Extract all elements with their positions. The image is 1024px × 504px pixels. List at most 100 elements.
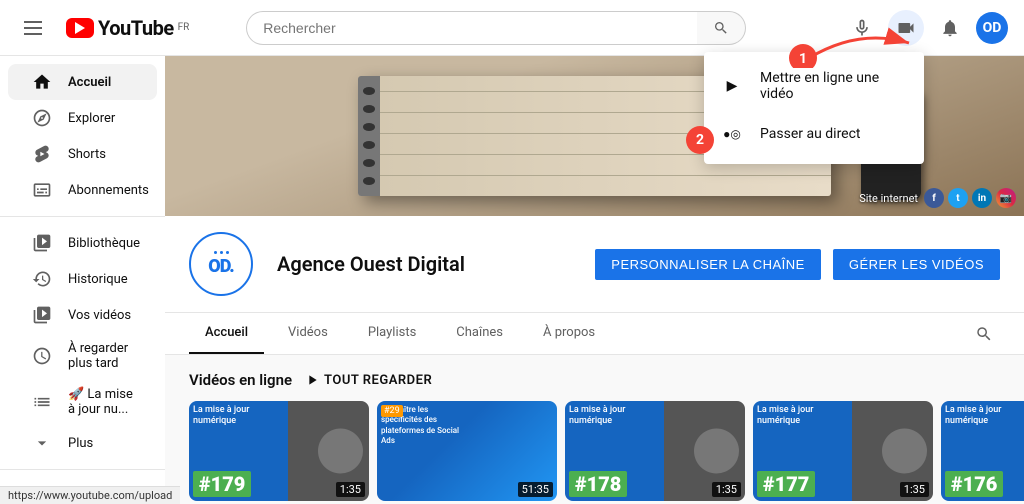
sidebar-item-accueil[interactable]: Accueil	[8, 64, 157, 100]
tab-a-propos[interactable]: À propos	[527, 313, 611, 354]
sidebar-label-shorts: Shorts	[68, 147, 106, 162]
explore-icon	[32, 108, 52, 128]
twitter-icon[interactable]: t	[948, 188, 968, 208]
sidebar-divider-1	[0, 216, 165, 217]
watch-all-label: TOUT REGARDER	[324, 373, 432, 388]
video-card-3[interactable]: La mise à journumérique #178 1:35 La mis…	[565, 401, 745, 504]
bell-icon	[940, 18, 960, 38]
upload-video-item[interactable]: ▶ Mettre en ligne une vidéo	[704, 60, 924, 112]
sidebar-item-vos-videos[interactable]: Vos vidéos	[8, 297, 157, 333]
channel-info: OD. Agence Ouest Digital PERSONNALISER L…	[165, 216, 1024, 313]
tab-chaines[interactable]: Chaînes	[440, 313, 519, 354]
sidebar-item-explorer[interactable]: Explorer	[8, 100, 157, 136]
status-bar: https://www.youtube.com/upload	[0, 486, 180, 504]
thumb-duration-3: 1:35	[712, 482, 741, 497]
video-card-1[interactable]: La mise à journumérique #179 1:35 La mis…	[189, 401, 369, 504]
manage-videos-button[interactable]: GÉRER LES VIDÉOS	[833, 249, 1000, 280]
video-grid: La mise à journumérique #179 1:35 La mis…	[189, 401, 1000, 504]
thumb-number-1: #179	[193, 471, 251, 497]
upload-video-icon: ▶	[720, 74, 744, 98]
thumb-duration-1: 1:35	[336, 482, 365, 497]
thumbnail-3: La mise à journumérique #178 1:35	[565, 401, 745, 501]
microphone-icon	[852, 18, 872, 38]
banner-site-label: Site internet	[859, 192, 918, 205]
instagram-icon[interactable]: 📷	[996, 188, 1016, 208]
search-icon	[713, 20, 729, 36]
thumb-duration-4: 1:35	[900, 482, 929, 497]
sidebar-item-shorts[interactable]: Shorts	[8, 136, 157, 172]
thumb-duration-2: 51:35	[518, 482, 553, 497]
search-bar	[246, 11, 746, 45]
history-icon	[32, 269, 52, 289]
home-icon	[32, 72, 52, 92]
youtube-icon	[66, 18, 94, 38]
create-dropdown: ▶ Mettre en ligne une vidéo ●◎ Passer au…	[704, 52, 924, 164]
channel-avatar: OD.	[189, 232, 253, 296]
go-live-label: Passer au direct	[760, 126, 861, 142]
sidebar-item-watch-later[interactable]: À regarder plus tard	[8, 333, 157, 379]
sidebar-item-bibliotheque[interactable]: Bibliothèque	[8, 225, 157, 261]
create-button[interactable]	[888, 10, 924, 46]
tab-playlists[interactable]: Playlists	[352, 313, 432, 354]
watch-all-button[interactable]: TOUT REGARDER	[304, 372, 432, 388]
sidebar-label-mise-a-jour: 🚀 La mise à jour nu...	[68, 387, 133, 417]
sidebar: Accueil Explorer Shorts Abonnements	[0, 56, 165, 504]
linkedin-icon[interactable]: in	[972, 188, 992, 208]
thumb-number-4: #177	[757, 471, 815, 497]
thumb-number-3: #178	[569, 471, 627, 497]
go-live-item[interactable]: ●◎ Passer au direct	[704, 112, 924, 156]
upload-video-label: Mettre en ligne une vidéo	[760, 70, 908, 102]
tab-search-button[interactable]	[968, 318, 1000, 350]
tab-accueil[interactable]: Accueil	[189, 313, 264, 354]
sidebar-item-plus[interactable]: Plus	[8, 425, 157, 461]
facebook-icon[interactable]: f	[924, 188, 944, 208]
shorts-icon	[32, 144, 52, 164]
sidebar-label-watch-later: À regarder plus tard	[68, 341, 133, 371]
sidebar-item-abonnements[interactable]: Abonnements	[8, 172, 157, 208]
video-card-4[interactable]: La mise à journumérique #177 1:35 La mis…	[753, 401, 933, 504]
notifications-button[interactable]	[932, 10, 968, 46]
videos-section: Vidéos en ligne TOUT REGARDER La mise à …	[165, 355, 1024, 504]
thumb-badge-2: #29	[381, 405, 403, 417]
go-live-icon: ●◎	[720, 122, 744, 146]
sidebar-label-vos-videos: Vos vidéos	[68, 308, 131, 323]
microphone-button[interactable]	[844, 10, 880, 46]
sidebar-label-bibliotheque: Bibliothèque	[68, 236, 140, 251]
search-input[interactable]	[246, 11, 697, 45]
logo-fr: FR	[178, 22, 190, 33]
header: YouTubeFR OD ▶ Mettr	[0, 0, 1024, 56]
sidebar-item-historique[interactable]: Historique	[8, 261, 157, 297]
thumbnail-5: La mise à journumérique #176 1:35	[941, 401, 1024, 501]
logo[interactable]: YouTubeFR	[66, 16, 189, 40]
create-icon	[896, 18, 916, 38]
thumb-title-5: La mise à journumérique	[945, 405, 1001, 427]
header-right: OD	[844, 10, 1008, 46]
thumbnail-2: Connaître les spécificités des plateform…	[377, 401, 557, 501]
thumbnail-1: La mise à journumérique #179 1:35	[189, 401, 369, 501]
watch-later-icon	[32, 346, 52, 366]
chevron-down-icon	[32, 433, 52, 453]
search-icon-tab	[975, 325, 993, 343]
header-left: YouTubeFR	[16, 13, 189, 43]
sidebar-label-historique: Historique	[68, 272, 128, 287]
playlist-icon	[32, 392, 52, 412]
video-card-5[interactable]: La mise à journumérique #176 1:35 La mis…	[941, 401, 1024, 504]
search-button[interactable]	[697, 11, 746, 45]
thumb-title-3: La mise à journumérique	[569, 405, 625, 427]
sidebar-label-abonnements: Abonnements	[68, 183, 149, 198]
customize-channel-button[interactable]: PERSONNALISER LA CHAÎNE	[595, 249, 821, 280]
status-url: https://www.youtube.com/upload	[8, 489, 172, 502]
library-icon	[32, 233, 52, 253]
thumb-title-1: La mise à journumérique	[193, 405, 249, 427]
od-avatar-text: OD.	[208, 256, 233, 277]
menu-button[interactable]	[16, 13, 50, 43]
sidebar-item-mise-a-jour[interactable]: 🚀 La mise à jour nu...	[8, 379, 157, 425]
section-header: Vidéos en ligne TOUT REGARDER	[189, 371, 1000, 389]
video-card-2[interactable]: Connaître les spécificités des plateform…	[377, 401, 557, 504]
avatar[interactable]: OD	[976, 12, 1008, 44]
channel-actions: PERSONNALISER LA CHAÎNE GÉRER LES VIDÉOS	[595, 249, 1000, 280]
thumb-title-4: La mise à journumérique	[757, 405, 813, 427]
section-title: Vidéos en ligne	[189, 371, 292, 389]
subscriptions-icon	[32, 180, 52, 200]
tab-videos[interactable]: Vidéos	[272, 313, 344, 354]
